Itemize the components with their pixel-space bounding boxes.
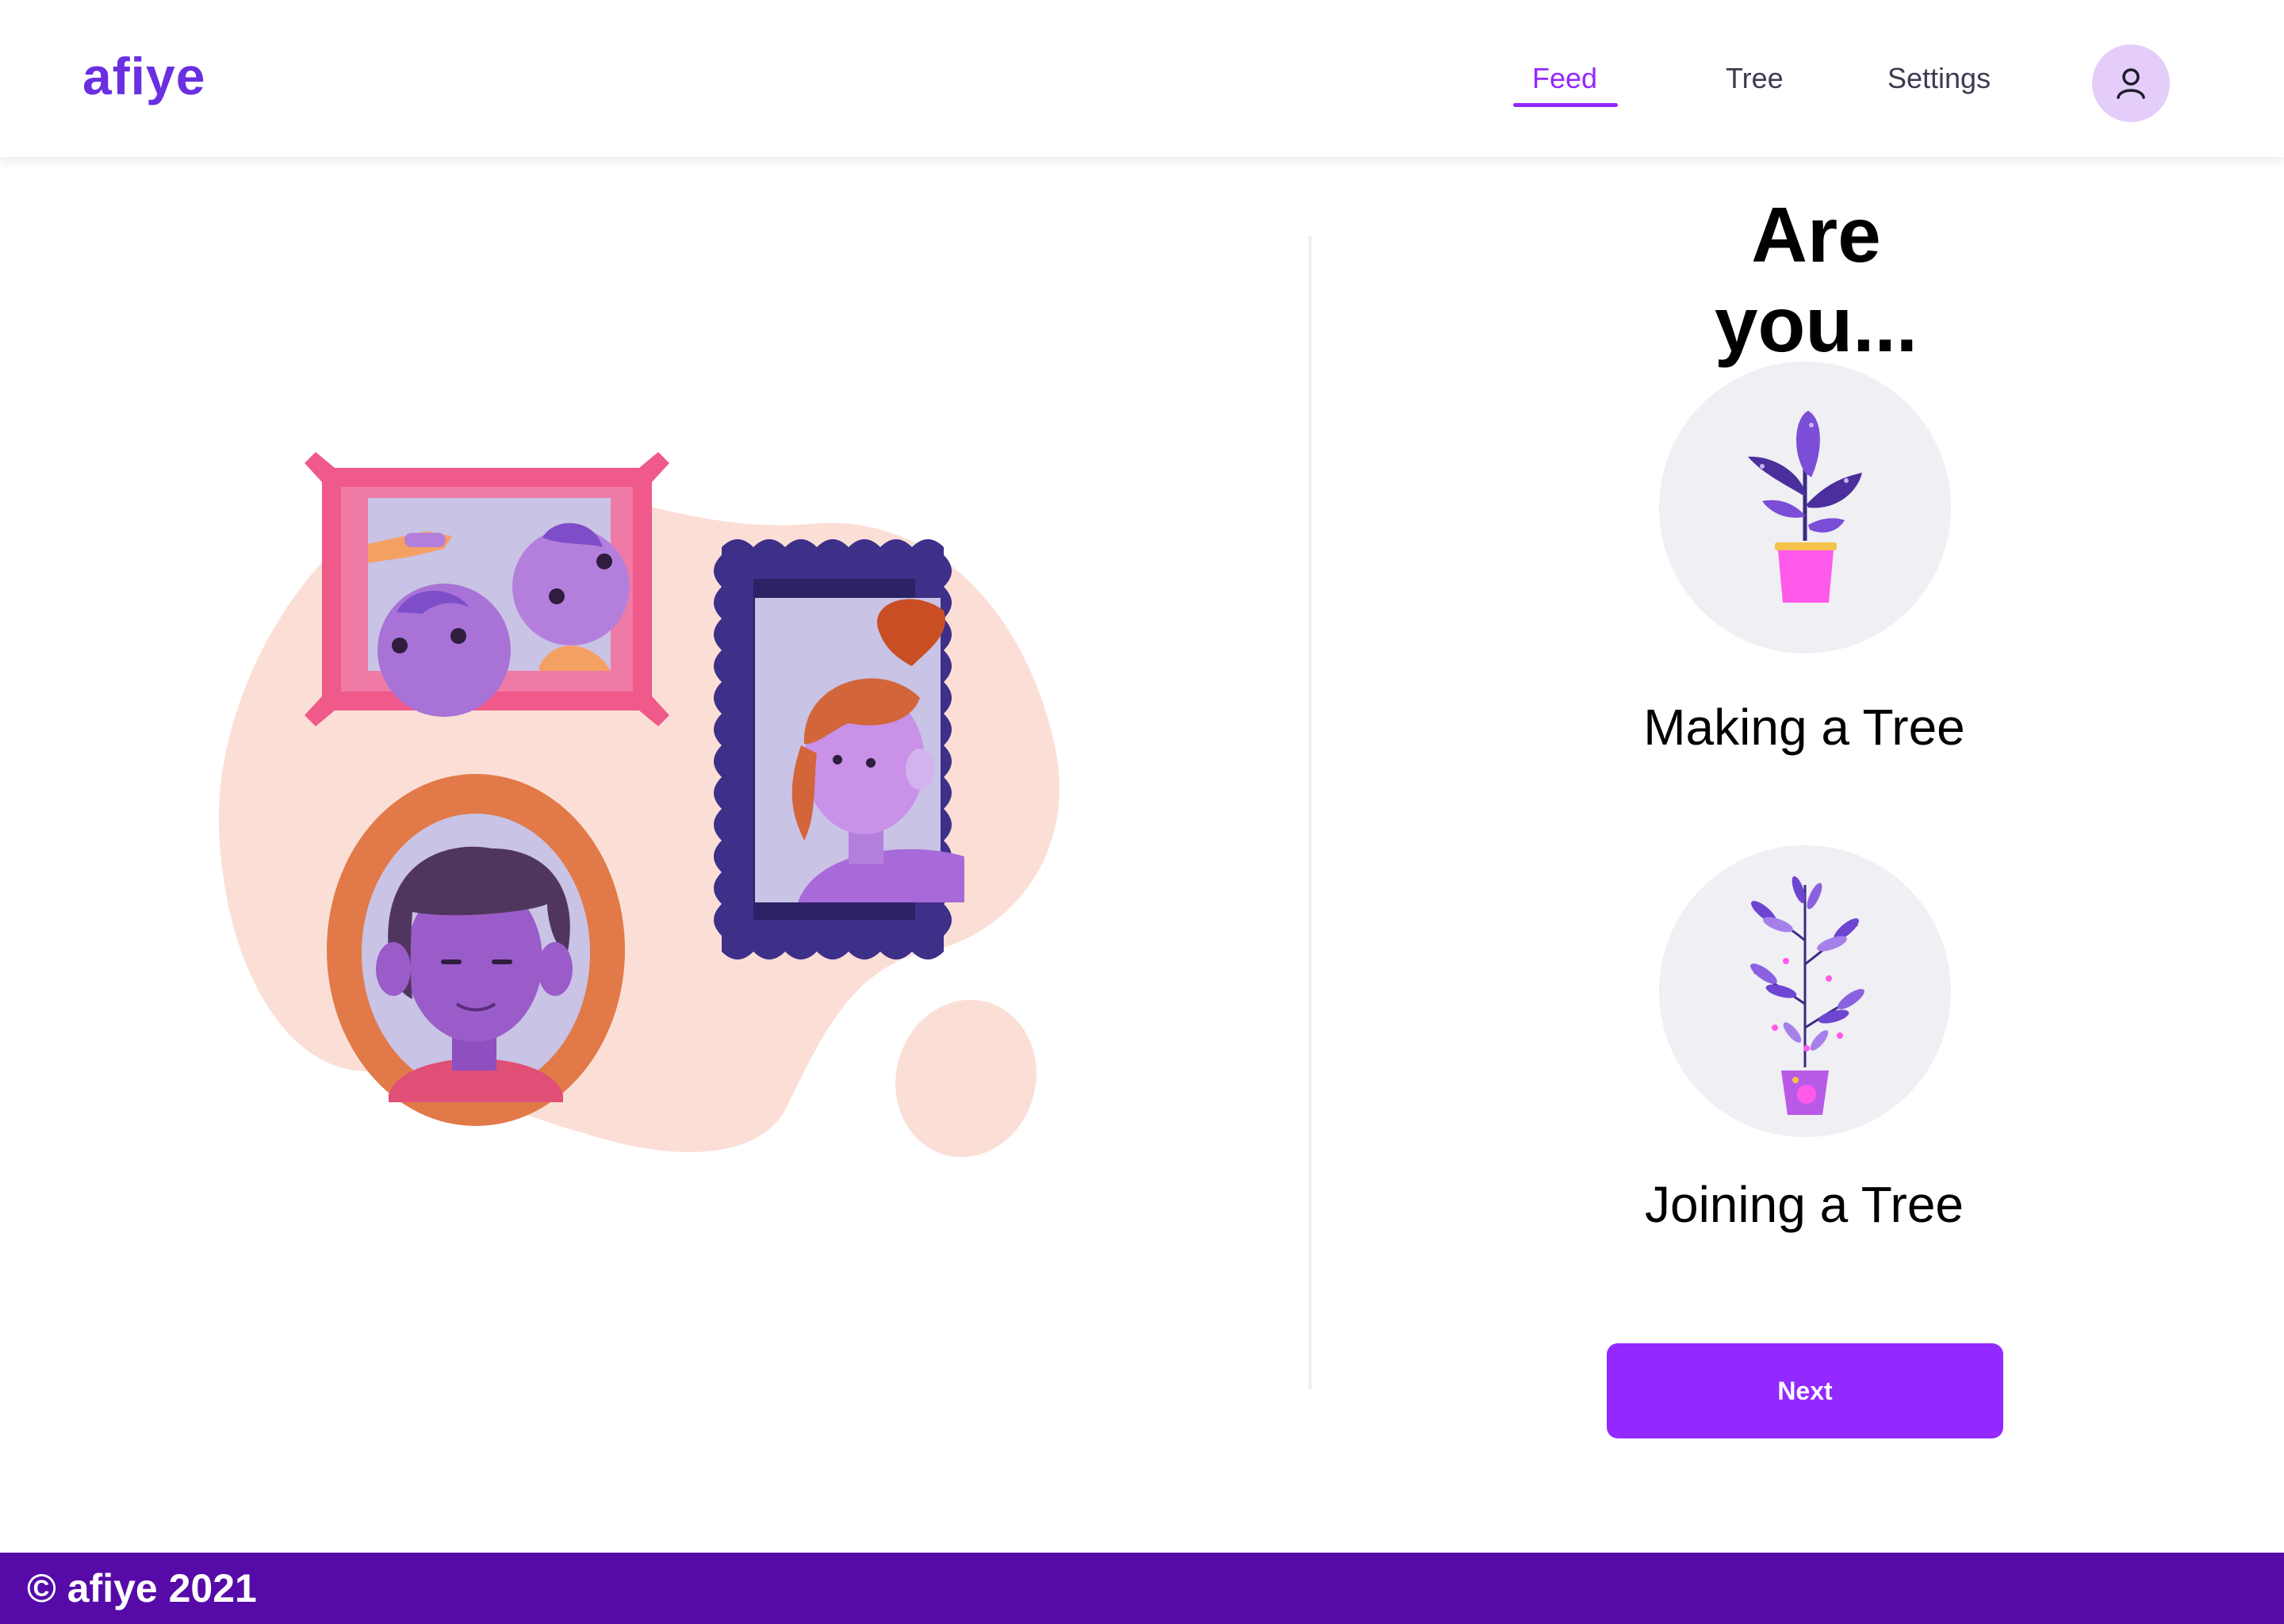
option-making-tree-button[interactable] <box>1659 362 1951 653</box>
option-making-tree-label[interactable]: Making a Tree <box>1554 698 2054 756</box>
leafy-branch-plant-icon <box>1750 875 1864 1115</box>
page-question: Are you... <box>1715 191 1918 368</box>
potted-plant-icon <box>1748 411 1862 603</box>
orange-oval-photo-frame <box>327 774 625 1126</box>
footer: © afiye 2021 <box>0 1553 2284 1624</box>
top-navbar: afiye Feed Tree Settings <box>0 0 2284 157</box>
profile-avatar-button[interactable] <box>2092 44 2170 122</box>
purple-photo-frame <box>714 539 964 959</box>
nav-feed[interactable]: Feed <box>1532 62 1597 95</box>
option-joining-tree-button[interactable] <box>1659 845 1951 1137</box>
pink-photo-frame <box>305 452 669 726</box>
section-divider <box>1309 236 1312 1389</box>
active-tab-indicator <box>1513 103 1618 107</box>
copyright-text: © afiye 2021 <box>27 1566 257 1611</box>
brand-logo[interactable]: afiye <box>82 46 205 106</box>
nav-tree[interactable]: Tree <box>1726 62 1784 95</box>
family-portraits-illustration <box>214 444 1134 1158</box>
nav-settings[interactable]: Settings <box>1887 62 1991 95</box>
user-icon <box>2117 68 2145 99</box>
option-joining-tree-label[interactable]: Joining a Tree <box>1554 1175 2054 1234</box>
next-button[interactable]: Next <box>1607 1343 2003 1438</box>
